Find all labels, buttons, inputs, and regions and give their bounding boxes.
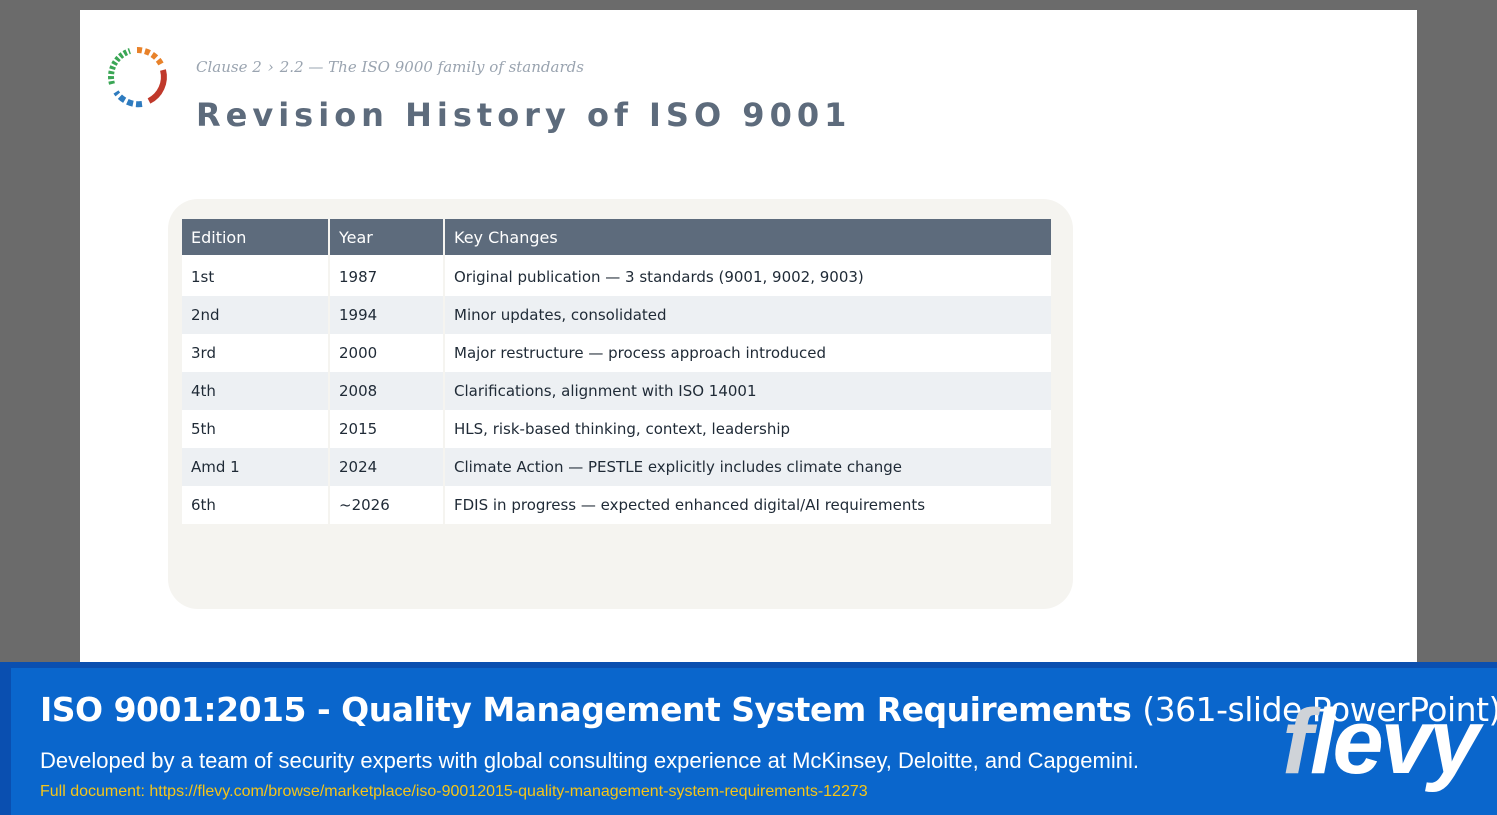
slide: Clause 2 › 2.2 — The ISO 9000 family of st… <box>80 10 1417 670</box>
key-changes-cell: HLS, risk-based thinking, context, leade… <box>445 410 1051 448</box>
edition-cell: Amd 1 <box>182 448 328 486</box>
breadcrumb-section: 2.2 — The ISO 9000 family of standards <box>279 58 584 76</box>
table-row: 6th ~2026 FDIS in progress — expected en… <box>182 486 1051 524</box>
key-changes-cell: Minor updates, consolidated <box>445 296 1051 334</box>
breadcrumb: Clause 2 › 2.2 — The ISO 9000 family of st… <box>196 58 584 76</box>
breadcrumb-clause: Clause 2 <box>196 58 262 76</box>
flevy-logo-first-letter: f <box>1282 691 1313 793</box>
logo-ring-icon <box>108 46 167 108</box>
year-cell: ~2026 <box>330 486 443 524</box>
column-header-key-changes: Key Changes <box>445 219 1051 258</box>
edition-cell: 3rd <box>182 334 328 372</box>
table-row: 2nd 1994 Minor updates, consolidated <box>182 296 1051 334</box>
flevy-logo[interactable]: flevy <box>1282 696 1480 788</box>
promo-banner: ISO 9001:2015 - Quality Management Syste… <box>0 662 1497 815</box>
table-row: 1st 1987 Original publication — 3 standa… <box>182 258 1051 296</box>
banner-title: ISO 9001:2015 - Quality Management Syste… <box>40 690 1497 729</box>
document-link[interactable]: Full document: https://flevy.com/browse/… <box>40 783 868 801</box>
page-title: Revision History of ISO 9001 <box>196 96 852 134</box>
column-header-year: Year <box>330 219 443 258</box>
year-cell: 2024 <box>330 448 443 486</box>
table-row: 5th 2015 HLS, risk-based thinking, conte… <box>182 410 1051 448</box>
edition-cell: 2nd <box>182 296 328 334</box>
key-changes-cell: Climate Action — PESTLE explicitly inclu… <box>445 448 1051 486</box>
promo-banner-body: ISO 9001:2015 - Quality Management Syste… <box>11 668 1497 815</box>
revision-history-table: Edition Year Key Changes 1st 1987 Origin… <box>180 219 1053 524</box>
banner-title-main: ISO 9001:2015 - Quality Management Syste… <box>40 690 1132 729</box>
year-cell: 1987 <box>330 258 443 296</box>
edition-cell: 5th <box>182 410 328 448</box>
key-changes-cell: Major restructure — process approach int… <box>445 334 1051 372</box>
year-cell: 2000 <box>330 334 443 372</box>
table-row: Amd 1 2024 Climate Action — PESTLE expli… <box>182 448 1051 486</box>
table-row: 3rd 2000 Major restructure — process app… <box>182 334 1051 372</box>
key-changes-cell: Original publication — 3 standards (9001… <box>445 258 1051 296</box>
table-panel: Edition Year Key Changes 1st 1987 Origin… <box>168 199 1073 609</box>
key-changes-cell: FDIS in progress — expected enhanced dig… <box>445 486 1051 524</box>
banner-subtitle: Developed by a team of security experts … <box>40 748 1139 773</box>
table-row: 4th 2008 Clarifications, alignment with … <box>182 372 1051 410</box>
column-header-edition: Edition <box>182 219 328 258</box>
year-cell: 2008 <box>330 372 443 410</box>
edition-cell: 4th <box>182 372 328 410</box>
flevy-logo-rest: levy <box>1309 691 1480 793</box>
year-cell: 1994 <box>330 296 443 334</box>
table-header-row: Edition Year Key Changes <box>182 219 1051 258</box>
breadcrumb-separator: › <box>267 58 274 76</box>
edition-cell: 1st <box>182 258 328 296</box>
year-cell: 2015 <box>330 410 443 448</box>
edition-cell: 6th <box>182 486 328 524</box>
key-changes-cell: Clarifications, alignment with ISO 14001 <box>445 372 1051 410</box>
